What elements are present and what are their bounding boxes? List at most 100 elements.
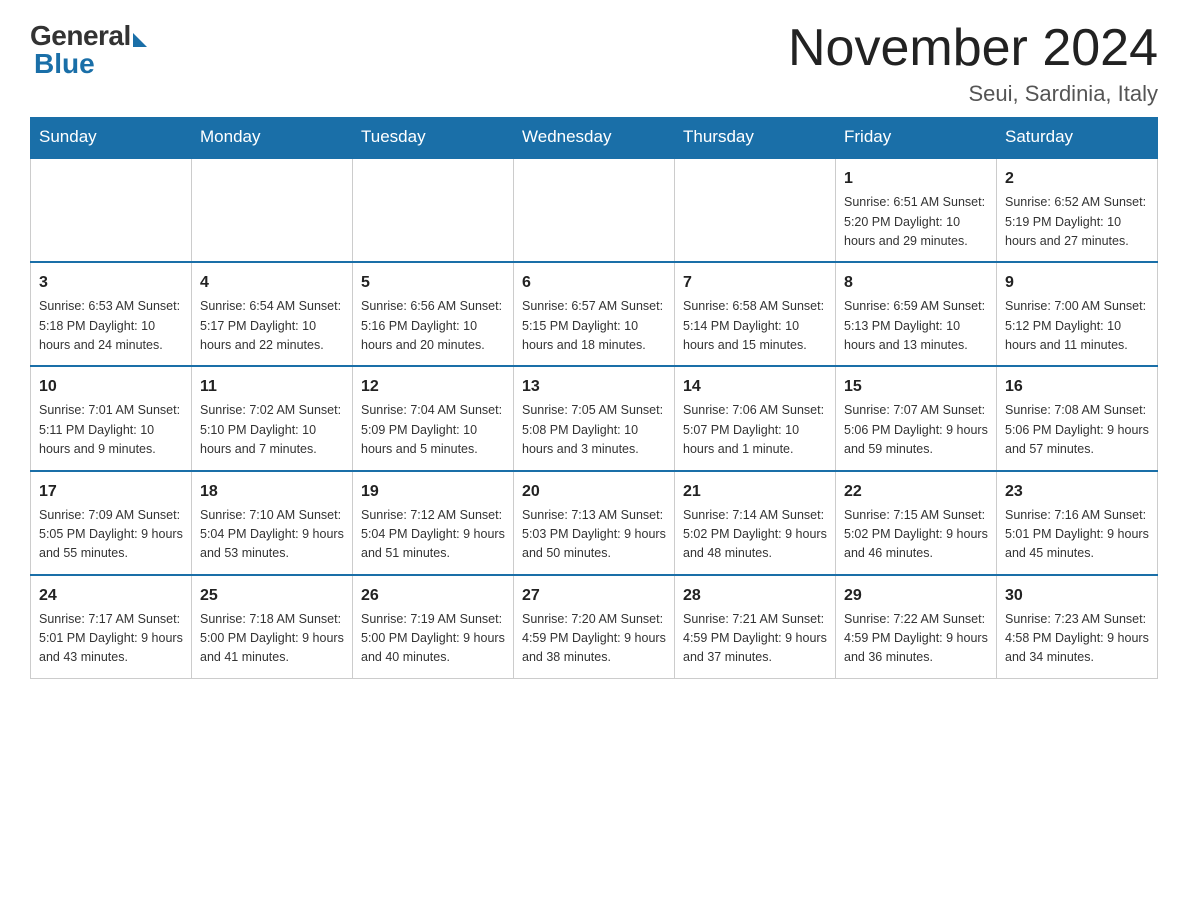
calendar-week-2: 3Sunrise: 6:53 AM Sunset: 5:18 PM Daylig… <box>31 262 1158 366</box>
day-info: Sunrise: 7:19 AM Sunset: 5:00 PM Dayligh… <box>361 610 505 668</box>
calendar-cell <box>675 158 836 262</box>
calendar-cell: 6Sunrise: 6:57 AM Sunset: 5:15 PM Daylig… <box>514 262 675 366</box>
weekday-header-thursday: Thursday <box>675 117 836 158</box>
day-number: 19 <box>361 480 505 504</box>
day-number: 23 <box>1005 480 1149 504</box>
day-number: 3 <box>39 271 183 295</box>
day-info: Sunrise: 6:58 AM Sunset: 5:14 PM Dayligh… <box>683 297 827 355</box>
day-number: 21 <box>683 480 827 504</box>
calendar-cell: 27Sunrise: 7:20 AM Sunset: 4:59 PM Dayli… <box>514 575 675 679</box>
day-info: Sunrise: 7:13 AM Sunset: 5:03 PM Dayligh… <box>522 506 666 564</box>
weekday-header-saturday: Saturday <box>997 117 1158 158</box>
logo-blue-text: Blue <box>30 48 95 80</box>
day-info: Sunrise: 7:20 AM Sunset: 4:59 PM Dayligh… <box>522 610 666 668</box>
calendar-week-3: 10Sunrise: 7:01 AM Sunset: 5:11 PM Dayli… <box>31 366 1158 470</box>
weekday-header-wednesday: Wednesday <box>514 117 675 158</box>
day-number: 27 <box>522 584 666 608</box>
day-number: 2 <box>1005 167 1149 191</box>
day-number: 7 <box>683 271 827 295</box>
day-number: 13 <box>522 375 666 399</box>
weekday-header-sunday: Sunday <box>31 117 192 158</box>
day-info: Sunrise: 6:51 AM Sunset: 5:20 PM Dayligh… <box>844 193 988 251</box>
location-subtitle: Seui, Sardinia, Italy <box>788 81 1158 107</box>
calendar-cell: 15Sunrise: 7:07 AM Sunset: 5:06 PM Dayli… <box>836 366 997 470</box>
calendar-cell: 30Sunrise: 7:23 AM Sunset: 4:58 PM Dayli… <box>997 575 1158 679</box>
day-info: Sunrise: 7:15 AM Sunset: 5:02 PM Dayligh… <box>844 506 988 564</box>
day-number: 8 <box>844 271 988 295</box>
day-number: 16 <box>1005 375 1149 399</box>
day-info: Sunrise: 7:18 AM Sunset: 5:00 PM Dayligh… <box>200 610 344 668</box>
day-info: Sunrise: 7:06 AM Sunset: 5:07 PM Dayligh… <box>683 401 827 459</box>
day-number: 10 <box>39 375 183 399</box>
calendar-cell: 18Sunrise: 7:10 AM Sunset: 5:04 PM Dayli… <box>192 471 353 575</box>
calendar-cell: 4Sunrise: 6:54 AM Sunset: 5:17 PM Daylig… <box>192 262 353 366</box>
day-info: Sunrise: 7:07 AM Sunset: 5:06 PM Dayligh… <box>844 401 988 459</box>
calendar-cell: 28Sunrise: 7:21 AM Sunset: 4:59 PM Dayli… <box>675 575 836 679</box>
calendar-cell <box>514 158 675 262</box>
calendar-cell: 16Sunrise: 7:08 AM Sunset: 5:06 PM Dayli… <box>997 366 1158 470</box>
calendar-header-row: SundayMondayTuesdayWednesdayThursdayFrid… <box>31 117 1158 158</box>
day-info: Sunrise: 6:54 AM Sunset: 5:17 PM Dayligh… <box>200 297 344 355</box>
day-number: 29 <box>844 584 988 608</box>
calendar-cell: 25Sunrise: 7:18 AM Sunset: 5:00 PM Dayli… <box>192 575 353 679</box>
calendar-cell <box>353 158 514 262</box>
day-number: 28 <box>683 584 827 608</box>
day-number: 12 <box>361 375 505 399</box>
calendar-week-4: 17Sunrise: 7:09 AM Sunset: 5:05 PM Dayli… <box>31 471 1158 575</box>
day-number: 4 <box>200 271 344 295</box>
calendar-week-1: 1Sunrise: 6:51 AM Sunset: 5:20 PM Daylig… <box>31 158 1158 262</box>
day-info: Sunrise: 6:52 AM Sunset: 5:19 PM Dayligh… <box>1005 193 1149 251</box>
day-info: Sunrise: 7:23 AM Sunset: 4:58 PM Dayligh… <box>1005 610 1149 668</box>
calendar-cell: 13Sunrise: 7:05 AM Sunset: 5:08 PM Dayli… <box>514 366 675 470</box>
day-info: Sunrise: 6:53 AM Sunset: 5:18 PM Dayligh… <box>39 297 183 355</box>
calendar-cell: 14Sunrise: 7:06 AM Sunset: 5:07 PM Dayli… <box>675 366 836 470</box>
calendar-cell: 26Sunrise: 7:19 AM Sunset: 5:00 PM Dayli… <box>353 575 514 679</box>
weekday-header-tuesday: Tuesday <box>353 117 514 158</box>
day-info: Sunrise: 7:10 AM Sunset: 5:04 PM Dayligh… <box>200 506 344 564</box>
day-number: 5 <box>361 271 505 295</box>
day-number: 24 <box>39 584 183 608</box>
day-info: Sunrise: 7:12 AM Sunset: 5:04 PM Dayligh… <box>361 506 505 564</box>
day-info: Sunrise: 6:56 AM Sunset: 5:16 PM Dayligh… <box>361 297 505 355</box>
logo: General Blue <box>30 20 147 80</box>
calendar-cell: 2Sunrise: 6:52 AM Sunset: 5:19 PM Daylig… <box>997 158 1158 262</box>
day-number: 30 <box>1005 584 1149 608</box>
day-info: Sunrise: 6:57 AM Sunset: 5:15 PM Dayligh… <box>522 297 666 355</box>
calendar-cell: 7Sunrise: 6:58 AM Sunset: 5:14 PM Daylig… <box>675 262 836 366</box>
weekday-header-friday: Friday <box>836 117 997 158</box>
calendar-cell: 9Sunrise: 7:00 AM Sunset: 5:12 PM Daylig… <box>997 262 1158 366</box>
weekday-header-monday: Monday <box>192 117 353 158</box>
day-info: Sunrise: 7:21 AM Sunset: 4:59 PM Dayligh… <box>683 610 827 668</box>
calendar-cell: 24Sunrise: 7:17 AM Sunset: 5:01 PM Dayli… <box>31 575 192 679</box>
calendar-cell: 21Sunrise: 7:14 AM Sunset: 5:02 PM Dayli… <box>675 471 836 575</box>
calendar-cell: 3Sunrise: 6:53 AM Sunset: 5:18 PM Daylig… <box>31 262 192 366</box>
title-section: November 2024 Seui, Sardinia, Italy <box>788 20 1158 107</box>
page-header: General Blue November 2024 Seui, Sardini… <box>30 20 1158 107</box>
day-info: Sunrise: 6:59 AM Sunset: 5:13 PM Dayligh… <box>844 297 988 355</box>
calendar-cell: 29Sunrise: 7:22 AM Sunset: 4:59 PM Dayli… <box>836 575 997 679</box>
day-number: 1 <box>844 167 988 191</box>
calendar-cell: 1Sunrise: 6:51 AM Sunset: 5:20 PM Daylig… <box>836 158 997 262</box>
calendar-table: SundayMondayTuesdayWednesdayThursdayFrid… <box>30 117 1158 679</box>
day-info: Sunrise: 7:14 AM Sunset: 5:02 PM Dayligh… <box>683 506 827 564</box>
calendar-cell: 5Sunrise: 6:56 AM Sunset: 5:16 PM Daylig… <box>353 262 514 366</box>
day-info: Sunrise: 7:05 AM Sunset: 5:08 PM Dayligh… <box>522 401 666 459</box>
calendar-week-5: 24Sunrise: 7:17 AM Sunset: 5:01 PM Dayli… <box>31 575 1158 679</box>
calendar-cell: 22Sunrise: 7:15 AM Sunset: 5:02 PM Dayli… <box>836 471 997 575</box>
calendar-cell: 23Sunrise: 7:16 AM Sunset: 5:01 PM Dayli… <box>997 471 1158 575</box>
day-number: 26 <box>361 584 505 608</box>
day-number: 25 <box>200 584 344 608</box>
logo-arrow-icon <box>133 33 147 47</box>
day-number: 6 <box>522 271 666 295</box>
calendar-cell <box>31 158 192 262</box>
day-number: 18 <box>200 480 344 504</box>
day-number: 14 <box>683 375 827 399</box>
day-number: 17 <box>39 480 183 504</box>
day-info: Sunrise: 7:04 AM Sunset: 5:09 PM Dayligh… <box>361 401 505 459</box>
day-number: 15 <box>844 375 988 399</box>
day-info: Sunrise: 7:17 AM Sunset: 5:01 PM Dayligh… <box>39 610 183 668</box>
calendar-cell: 17Sunrise: 7:09 AM Sunset: 5:05 PM Dayli… <box>31 471 192 575</box>
calendar-cell: 20Sunrise: 7:13 AM Sunset: 5:03 PM Dayli… <box>514 471 675 575</box>
calendar-cell: 11Sunrise: 7:02 AM Sunset: 5:10 PM Dayli… <box>192 366 353 470</box>
day-info: Sunrise: 7:09 AM Sunset: 5:05 PM Dayligh… <box>39 506 183 564</box>
